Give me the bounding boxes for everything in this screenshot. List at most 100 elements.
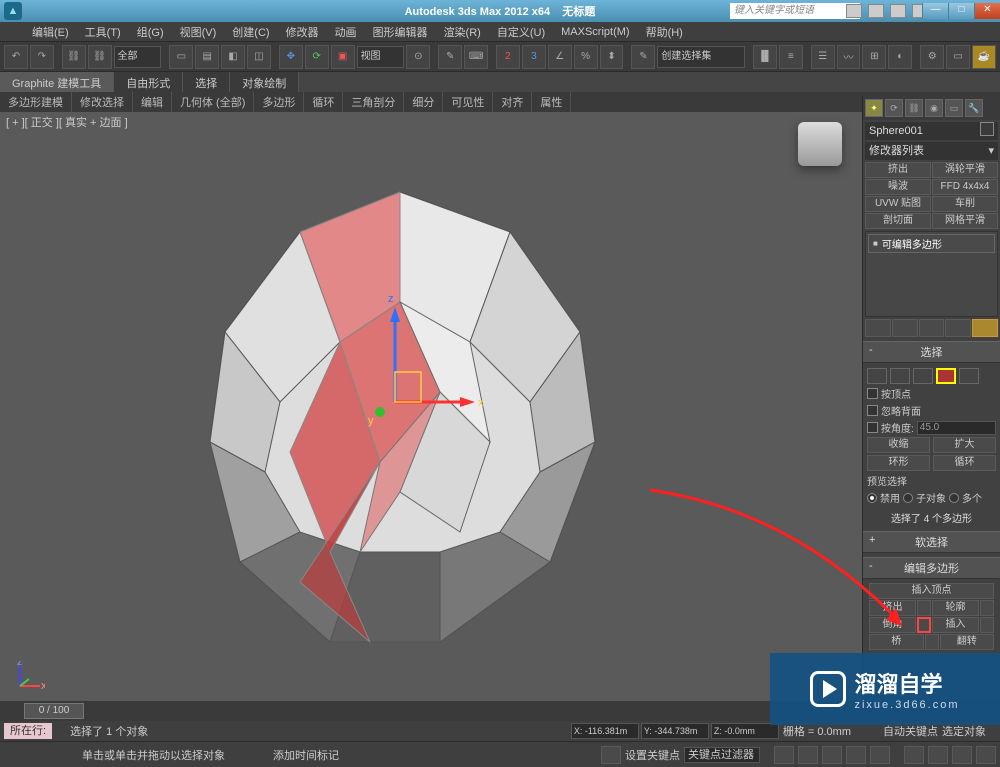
nav-orbit-button[interactable] [952,746,972,764]
ribbon-sub-edit[interactable]: 编辑 [133,92,172,112]
nav-max-button[interactable] [976,746,996,764]
stack-editable-poly[interactable]: 可编辑多边形 [868,234,995,253]
key-filter-button[interactable]: 关键点过滤器 [684,747,760,763]
menu-maxscript[interactable]: MAXScript(M) [553,26,637,38]
snap-3d-button[interactable]: 3 [522,45,546,69]
nav-pan-button[interactable] [904,746,924,764]
make-unique-button[interactable] [919,319,945,337]
ribbon-sub-vis[interactable]: 可见性 [443,92,493,112]
shrink-button[interactable]: 收缩 [867,437,930,453]
bridge-settings-button[interactable] [925,634,939,650]
select-rect-button[interactable]: ◧ [221,45,245,69]
modbtn-lathe[interactable]: 车削 [932,196,998,212]
viewport[interactable]: [ + ][ 正交 ][ 真实 + 边面 ] z x y [0,112,862,701]
modifier-stack[interactable]: 可编辑多边形 [865,231,998,317]
outline-button[interactable]: 轮廓 [932,600,979,616]
inset-button[interactable]: 插入 [932,617,979,633]
link-button[interactable]: ⛓ [62,45,86,69]
render-setup-button[interactable]: ⚙ [920,45,944,69]
inset-settings-button[interactable] [980,617,994,633]
nav-zoom-button[interactable] [928,746,948,764]
keymode-dropdown[interactable]: 选定对象 [942,723,996,739]
ribbon-tab-objpaint[interactable]: 对象绘制 [230,72,299,92]
namedsel-dropdown[interactable]: 创建选择集 [657,46,745,68]
ribbon-sub-subdiv[interactable]: 细分 [404,92,443,112]
extrude-button[interactable]: 挤出 [869,600,916,616]
angle-snap-button[interactable]: ∠ [548,45,572,69]
unlink-button[interactable]: ⛓ [88,45,112,69]
scale-button[interactable]: ▣ [331,45,355,69]
play-button[interactable] [822,746,842,764]
bevel-settings-button[interactable] [917,617,931,633]
redo-button[interactable]: ↷ [30,45,54,69]
add-time-tag[interactable]: 添加时间标记 [273,747,339,763]
menu-rendering[interactable]: 渲染(R) [436,24,489,40]
insert-vertex-button[interactable]: 插入顶点 [869,583,994,599]
bridge-button[interactable]: 桥 [869,634,924,650]
play-end-button[interactable] [870,746,890,764]
rendered-frame-button[interactable]: ▭ [946,45,970,69]
play-start-button[interactable] [774,746,794,764]
menu-create[interactable]: 创建(C) [224,24,277,40]
play-prev-button[interactable] [798,746,818,764]
menu-group[interactable]: 组(G) [129,24,172,40]
mirror-button[interactable]: ▐▌ [753,45,777,69]
rollout-selection-header[interactable]: -选择 [863,341,1000,363]
modbtn-slice[interactable]: 剖切面 [865,213,931,229]
ribbon-sub-polymodel[interactable]: 多边形建模 [0,92,72,112]
edge-mode-icon[interactable] [890,368,910,384]
create-tab-icon[interactable]: ✦ [865,99,883,117]
modbtn-ffd[interactable]: FFD 4x4x4 [932,179,998,195]
menu-modifiers[interactable]: 修改器 [278,24,327,40]
modbtn-turbosmooth[interactable]: 涡轮平滑 [932,162,998,178]
configure-button[interactable] [972,319,998,337]
menu-help[interactable]: 帮助(H) [638,24,691,40]
pin-stack-button[interactable] [865,319,891,337]
object-name-field[interactable]: Sphere001 [865,122,998,140]
border-mode-icon[interactable] [913,368,933,384]
play-next-button[interactable] [846,746,866,764]
by-vertex-checkbox[interactable] [867,388,878,399]
keymode-button[interactable]: ⌨ [464,45,488,69]
rotate-button[interactable]: ⟳ [305,45,329,69]
filter-dropdown[interactable]: 全部 [114,46,162,68]
hierarchy-tab-icon[interactable]: ⛓ [905,99,923,117]
material-editor-button[interactable]: ◐ [888,45,912,69]
curve-editor-button[interactable]: 〰 [837,45,861,69]
by-angle-checkbox[interactable] [867,422,878,433]
loop-button[interactable]: 循环 [933,455,996,471]
grow-button[interactable]: 扩大 [933,437,996,453]
extrude-settings-button[interactable] [917,600,931,616]
motion-tab-icon[interactable]: ◉ [925,99,943,117]
ignore-backfacing-checkbox[interactable] [867,405,878,416]
modify-tab-icon[interactable]: ⟳ [885,99,903,117]
undo-button[interactable]: ↶ [4,45,28,69]
ribbon-tab-freeform[interactable]: 自由形式 [114,72,183,92]
show-end-button[interactable] [892,319,918,337]
snap-2d-button[interactable]: 2 [496,45,520,69]
modbtn-extrude[interactable]: 挤出 [865,162,931,178]
ribbon-sub-poly[interactable]: 多边形 [254,92,304,112]
menu-animation[interactable]: 动画 [327,24,365,40]
modbtn-noise[interactable]: 噪波 [865,179,931,195]
align-button[interactable]: ≡ [779,45,803,69]
window-controls[interactable]: —□✕ [922,3,1000,19]
menu-tools[interactable]: 工具(T) [77,24,129,40]
refcoord-dropdown[interactable]: 视图 [357,46,405,68]
element-mode-icon[interactable] [959,368,979,384]
manip-button[interactable]: ✎ [438,45,462,69]
coord-y-field[interactable]: Y: -344.738m [641,723,709,739]
vertex-mode-icon[interactable] [867,368,887,384]
modbtn-uvw[interactable]: UVW 贴图 [865,196,931,212]
modbtn-meshsmooth[interactable]: 网格平滑 [932,213,998,229]
ribbon-sub-geomall[interactable]: 几何体 (全部) [172,92,254,112]
angle-spinner[interactable]: 45.0 [917,421,996,435]
ribbon-tab-modeling[interactable]: Graphite 建模工具 [0,72,114,92]
app-icon[interactable]: ▲ [4,2,22,20]
coord-z-field[interactable]: Z: -0.0mm [711,723,779,739]
menu-customize[interactable]: 自定义(U) [489,24,553,40]
ribbon-sub-tri[interactable]: 三角剖分 [343,92,404,112]
preview-multi-radio[interactable] [949,493,959,503]
object-color-swatch[interactable] [980,122,994,136]
schematic-button[interactable]: ⊞ [862,45,886,69]
